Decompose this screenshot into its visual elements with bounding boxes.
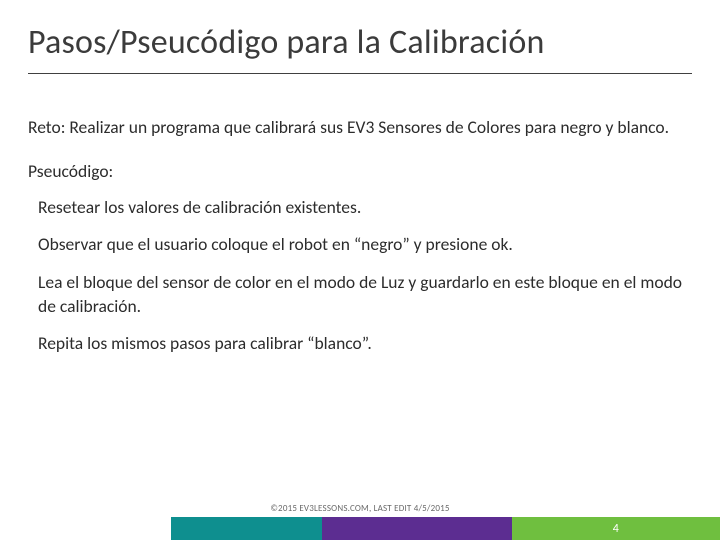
pseudocode-label: Pseucódigo: bbox=[28, 160, 692, 182]
title-rule bbox=[28, 73, 692, 74]
page-title: Pasos/Pseucódigo para la Calibración bbox=[28, 22, 692, 63]
content-area: Pasos/Pseucódigo para la Calibración Ret… bbox=[0, 0, 720, 540]
challenge-text: Reto: Realizar un programa que calibrará… bbox=[28, 116, 692, 140]
pseudocode-steps: Resetear los valores de calibración exis… bbox=[28, 196, 692, 356]
footer-seg-white bbox=[0, 517, 171, 540]
footer-seg-teal bbox=[171, 517, 323, 540]
step-item: Observar que el usuario coloque el robot… bbox=[38, 233, 692, 257]
step-item: Resetear los valores de calibración exis… bbox=[38, 196, 692, 220]
step-item: Repita los mismos pasos para calibrar “b… bbox=[38, 332, 692, 356]
copyright-text: ©2015 EV3LESSONS.COM, LAST EDIT 4/5/2015 bbox=[0, 503, 720, 514]
footer-seg-green: 4 bbox=[512, 517, 720, 540]
footer-bar: 4 bbox=[0, 517, 720, 540]
step-item: Lea el bloque del sensor de color en el … bbox=[38, 271, 692, 318]
page-number: 4 bbox=[613, 522, 619, 536]
footer-seg-purple bbox=[322, 517, 511, 540]
slide: Pasos/Pseucódigo para la Calibración Ret… bbox=[0, 0, 720, 540]
